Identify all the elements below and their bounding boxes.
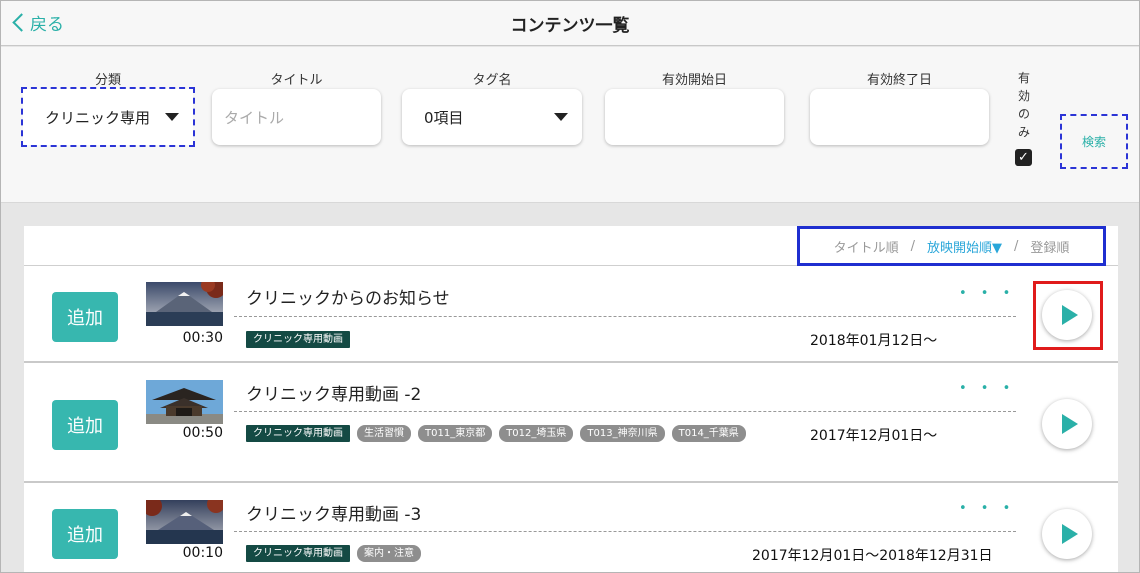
category-label: 分類	[94, 73, 121, 88]
content-row: 追加 00:30 クリニックからのお知らせ • • • クリニック専用動画 20…	[24, 266, 1118, 363]
tag-select[interactable]: 0項目	[402, 89, 582, 145]
page-title: コンテンツ一覧	[510, 16, 630, 36]
video-duration: 00:50	[182, 425, 223, 441]
add-button[interactable]: 追加	[52, 400, 118, 450]
title-field[interactable]: タイトル	[212, 89, 381, 145]
tag-badge: T012_埼玉県	[499, 425, 574, 442]
tag-label: タグ名	[472, 73, 512, 88]
tag-badge: クリニック専用動画	[246, 425, 350, 442]
content-date: 2017年12月01日〜2018年12月31日	[752, 548, 993, 564]
content-title[interactable]: クリニック専用動画 -3	[246, 500, 421, 525]
play-button[interactable]	[1042, 509, 1092, 559]
content-title[interactable]: クリニック専用動画 -2	[246, 380, 421, 405]
filter-panel: 分類 クリニック専用 タイトル タイトル タグ名 0項目 有効開始日 有効終了日…	[1, 47, 1139, 203]
caret-down-icon	[165, 113, 179, 121]
more-options-icon[interactable]: • • •	[959, 501, 1015, 516]
video-duration: 00:30	[182, 330, 223, 346]
category-value: クリニック専用	[45, 108, 151, 127]
content-date: 2017年12月01日〜	[810, 428, 938, 444]
tag-badge: T011_東京都	[418, 425, 493, 442]
caret-down-icon	[554, 113, 568, 121]
content-date: 2018年01月12日〜	[810, 333, 938, 349]
tag-badge: T014_千葉県	[671, 425, 746, 442]
sort-separator: /	[1014, 238, 1019, 254]
more-options-icon[interactable]: • • •	[959, 381, 1015, 396]
tag-badge: クリニック専用動画	[246, 331, 350, 348]
content-title[interactable]: クリニックからのお知らせ	[246, 284, 450, 309]
category-select[interactable]: クリニック専用	[21, 87, 195, 147]
tag-list: クリニック専用動画 案内・注意	[246, 545, 766, 562]
valid-only-checkbox[interactable]: ✓	[1015, 149, 1032, 166]
end-date-field[interactable]	[810, 89, 989, 145]
play-icon	[1061, 414, 1078, 434]
valid-only-label: 有 効 の み	[1017, 71, 1030, 139]
sort-options: タイトル順 / 放映開始順▼ / 登録順	[797, 226, 1106, 266]
add-button[interactable]: 追加	[52, 292, 118, 342]
app-frame: 戻る コンテンツ一覧 分類 クリニック専用 タイトル タイトル タグ名 0項目 …	[0, 0, 1140, 573]
more-options-icon[interactable]: • • •	[959, 286, 1015, 301]
play-button[interactable]	[1042, 399, 1092, 449]
play-button[interactable]	[1042, 290, 1092, 340]
end-date-label: 有効終了日	[866, 73, 932, 88]
video-thumbnail	[146, 500, 223, 544]
video-thumbnail	[146, 282, 223, 326]
sort-bar: タイトル順 / 放映開始順▼ / 登録順	[24, 226, 1118, 266]
add-button[interactable]: 追加	[52, 509, 118, 559]
sort-separator: /	[910, 238, 915, 254]
sort-start-order[interactable]: 放映開始順▼	[927, 237, 1002, 256]
tag-list: クリニック専用動画	[246, 331, 766, 348]
play-icon	[1061, 305, 1078, 325]
title-label: タイトル	[270, 73, 323, 88]
tag-badge: T013_神奈川県	[580, 425, 665, 442]
title-placeholder: タイトル	[224, 108, 285, 127]
tag-badge: 案内・注意	[357, 545, 421, 562]
start-date-label: 有効開始日	[661, 73, 727, 88]
start-date-field[interactable]	[605, 89, 784, 145]
content-row: 追加 00:50 クリニック専用動画 -2 • • • クリニック専用動画 生活…	[24, 363, 1118, 483]
search-button[interactable]: 検索	[1060, 114, 1128, 169]
tag-badge: クリニック専用動画	[246, 545, 350, 562]
content-list: タイトル順 / 放映開始順▼ / 登録順 追加 00:30 クリニックからのお知…	[24, 226, 1118, 572]
header-bar: 戻る コンテンツ一覧	[1, 1, 1139, 46]
video-thumbnail	[146, 380, 223, 424]
video-duration: 00:10	[182, 545, 223, 561]
play-icon	[1061, 524, 1078, 544]
sort-title-order[interactable]: タイトル順	[834, 237, 899, 256]
tag-value: 0項目	[424, 108, 464, 127]
divider	[234, 531, 1016, 532]
tag-list: クリニック専用動画 生活習慣 T011_東京都 T012_埼玉県 T013_神奈…	[246, 425, 766, 442]
divider	[234, 411, 1016, 412]
tag-badge: 生活習慣	[357, 425, 411, 442]
divider	[234, 316, 1016, 317]
content-row: 追加 00:10 クリニック専用動画 -3 • • • クリニック専用動画 案内…	[24, 483, 1118, 572]
sort-register-order[interactable]: 登録順	[1030, 237, 1069, 256]
